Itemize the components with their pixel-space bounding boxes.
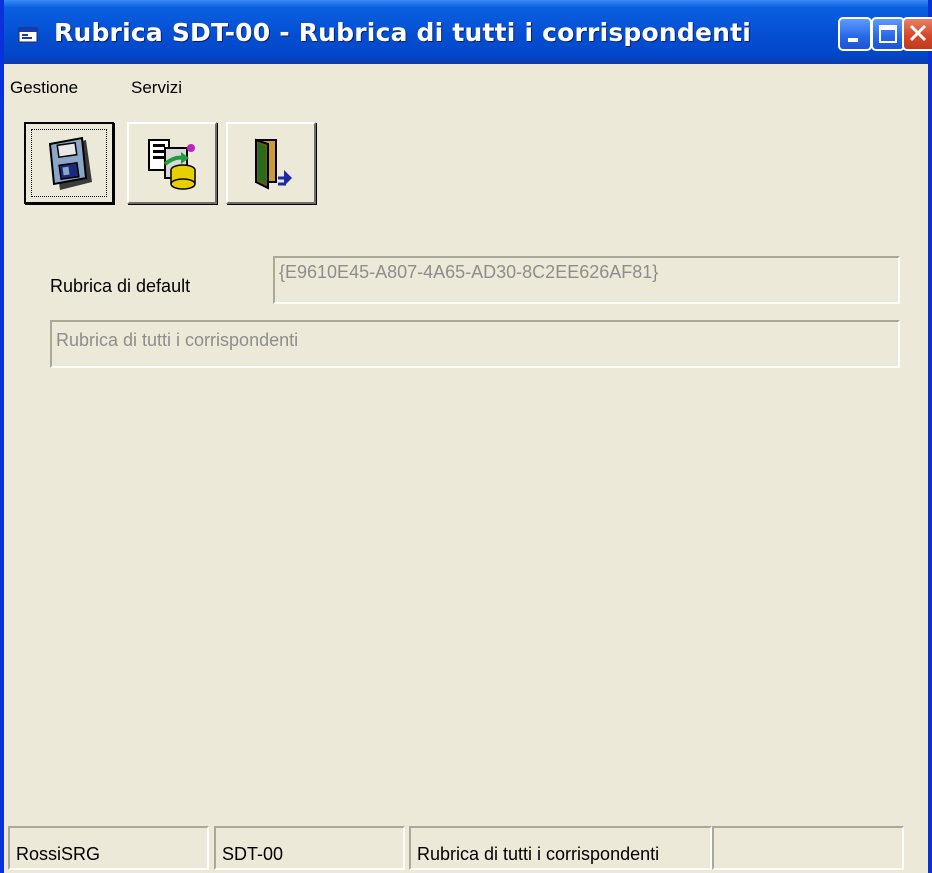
menu-servizi[interactable]: Servizi	[131, 78, 182, 98]
status-user: RossiSRG	[8, 826, 209, 870]
title-bar[interactable]: Rubrica SDT-00 - Rubrica di tutti i corr…	[4, 0, 932, 64]
close-button[interactable]	[902, 17, 932, 51]
exit-door-icon	[255, 138, 292, 190]
rubrica-guid-field[interactable]: {E9610E45-A807-4A65-AD30-8C2EE626AF81}	[273, 256, 900, 304]
app-window: Rubrica SDT-00 - Rubrica di tutti i corr…	[0, 0, 932, 873]
maximize-button[interactable]	[871, 17, 905, 51]
menu-gestione[interactable]: Gestione	[10, 78, 78, 98]
status-rubrica: Rubrica di tutti i corrispondenti	[409, 826, 712, 870]
rubrica-name-field[interactable]: Rubrica di tutti i corrispondenti	[50, 320, 900, 368]
maximize-icon	[879, 25, 897, 43]
database-transfer-icon	[148, 139, 196, 190]
save-disk-icon	[48, 136, 92, 190]
window-title: Rubrica SDT-00 - Rubrica di tutti i corr…	[54, 18, 752, 47]
close-icon	[909, 24, 927, 42]
menu-bar: Gestione Servizi	[4, 64, 928, 108]
minimize-button[interactable]	[838, 17, 872, 51]
status-code: SDT-00	[214, 826, 405, 870]
exit-button[interactable]	[226, 122, 316, 204]
app-icon	[18, 27, 38, 43]
default-rubrica-label: Rubrica di default	[50, 276, 191, 296]
save-button[interactable]	[24, 122, 114, 204]
status-bar: RossiSRG SDT-00 Rubrica di tutti i corri…	[4, 822, 928, 873]
status-extra	[712, 826, 904, 870]
minimize-icon	[848, 38, 858, 42]
transfer-button[interactable]	[127, 122, 217, 204]
